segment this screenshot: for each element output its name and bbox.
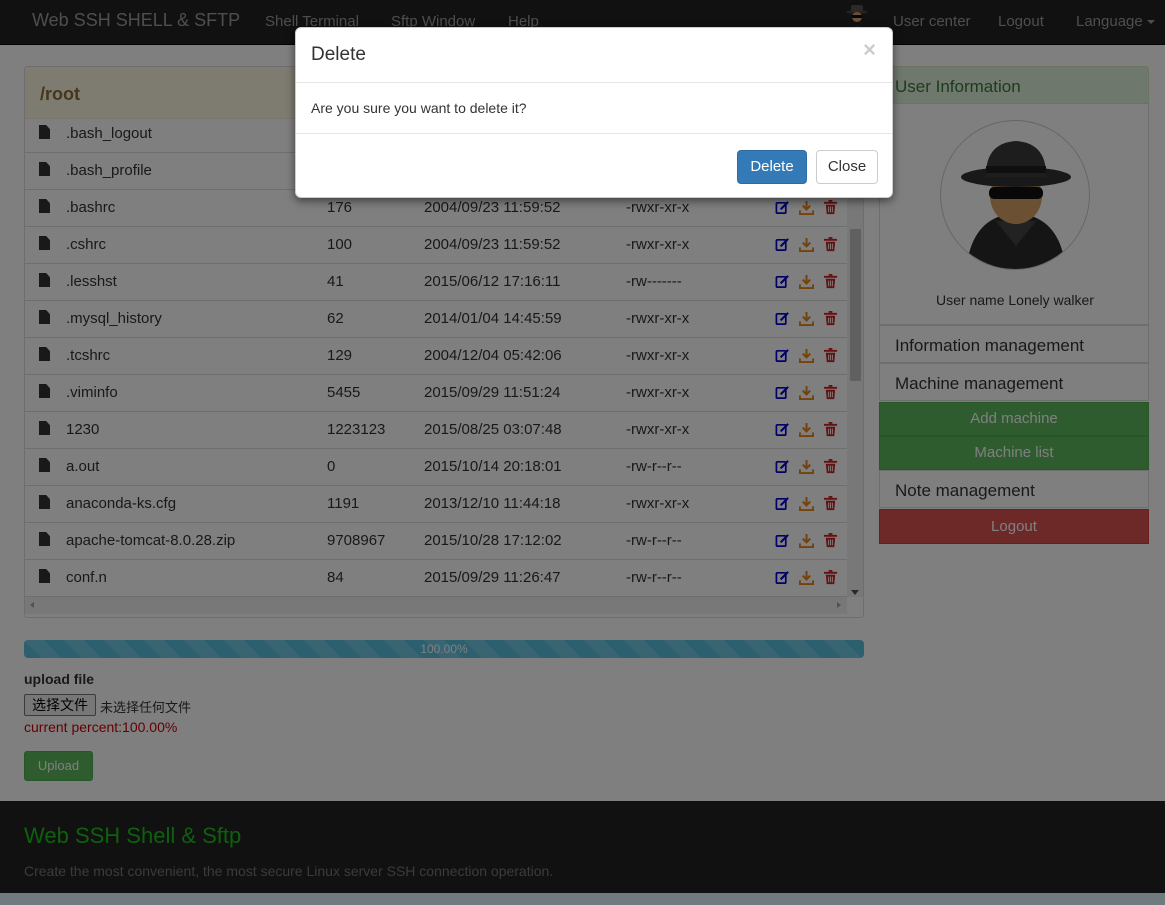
close-button[interactable]: Close [816, 150, 878, 184]
confirm-delete-button[interactable]: Delete [737, 150, 807, 184]
delete-confirm-dialog: Delete × Are you sure you want to delete… [295, 27, 893, 198]
modal-header: Delete × [296, 28, 892, 83]
modal-message: Are you sure you want to delete it? [311, 100, 527, 116]
close-icon[interactable]: × [863, 39, 876, 61]
modal-title: Delete [311, 44, 366, 65]
modal-footer: Delete Close [296, 133, 892, 198]
